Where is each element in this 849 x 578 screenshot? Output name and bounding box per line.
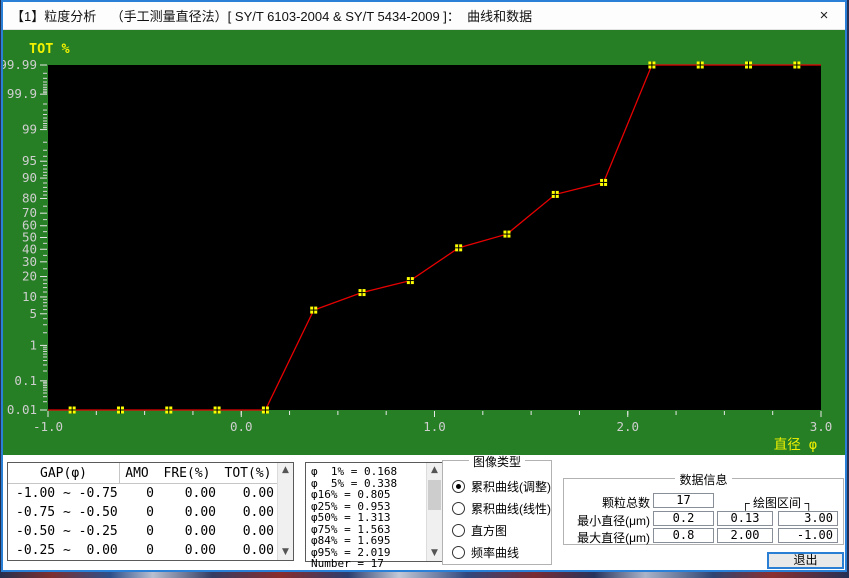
table-cell: -0.75 ~ -0.50	[8, 503, 120, 522]
y-tick-label: 95	[22, 153, 37, 168]
scroll-up-icon[interactable]: ▲	[278, 463, 293, 478]
table-cell: 0	[120, 503, 154, 522]
data-info-group: 数据信息 颗粒总数 17 ┌ 绘图区间 ┐ 最小直径(μm) 0.2 0.13 …	[563, 478, 844, 545]
total-count-field: 17	[653, 493, 714, 508]
table-cell: -1.00 ~ -0.75	[8, 484, 120, 503]
radio-option-label: 频率曲线	[471, 544, 519, 561]
list-item[interactable]: φ50% = 1.313	[311, 512, 442, 524]
y-tick-label: 10	[22, 289, 37, 304]
radio-unselected-icon[interactable]	[452, 524, 465, 537]
percentile-scrollbar[interactable]: ▲ ▼	[426, 463, 442, 561]
plot-type-group-title: 图像类型	[443, 453, 551, 470]
max-diameter-label: 最大直径(μm)	[566, 529, 650, 546]
y-tick-label: 99.99	[3, 57, 37, 72]
percentile-lines: φ 1% = 0.168φ 5% = 0.338φ16% = 0.805φ25%…	[306, 463, 442, 570]
list-item[interactable]: Number = 17	[311, 558, 442, 570]
table-cell: 0.00	[220, 522, 276, 541]
radio-option-3[interactable]: 直方图	[452, 519, 551, 541]
table-row[interactable]: -1.00 ~ -0.7500.000.00	[8, 484, 293, 503]
y-tick-label: 80	[22, 190, 37, 205]
plot-background	[48, 65, 821, 410]
controls-panel: GAP(φ) AMO FRE(%) TOT(%) -1.00 ~ -0.7500…	[3, 455, 845, 570]
list-item[interactable]: φ84% = 1.695	[311, 535, 442, 547]
x-tick-label: -1.0	[33, 419, 63, 434]
y-tick-label: 0.01	[7, 402, 37, 417]
y-tick-label: 0.1	[14, 373, 37, 388]
range-field-1[interactable]: 0.13	[717, 511, 773, 526]
plot-type-options: 累积曲线(调整) 累积曲线(线性) 直方图频率曲线	[443, 475, 551, 563]
close-icon[interactable]: ×	[803, 2, 845, 30]
col-header-tot: TOT(%)	[220, 463, 276, 483]
min-diameter-field[interactable]: 0.2	[653, 511, 714, 526]
window-title: 【1】粒度分析 （手工测量直径法）[ SY/T 6103-2004 & SY/T…	[11, 6, 532, 25]
col-header-amo: AMO	[120, 463, 154, 483]
list-item[interactable]: φ16% = 0.805	[311, 489, 442, 501]
total-count-label: 颗粒总数	[566, 494, 650, 511]
table-row[interactable]: -0.25 ~ 0.0000.000.00	[8, 541, 293, 560]
y-axis-title: TOT %	[29, 41, 71, 57]
y-tick-label: 1	[29, 337, 37, 352]
table-cell: 0.00	[154, 522, 220, 541]
gap-table-header: GAP(φ) AMO FRE(%) TOT(%)	[8, 463, 293, 484]
table-cell: 0.00	[154, 541, 220, 560]
scroll-down-icon[interactable]: ▼	[427, 546, 442, 561]
app-window: 【1】粒度分析 （手工测量直径法）[ SY/T 6103-2004 & SY/T…	[1, 0, 847, 572]
desktop-background: 【1】粒度分析 （手工测量直径法）[ SY/T 6103-2004 & SY/T…	[0, 0, 849, 578]
y-tick-label: 20	[22, 269, 37, 284]
window-titlebar: 【1】粒度分析 （手工测量直径法）[ SY/T 6103-2004 & SY/T…	[3, 2, 845, 30]
col-header-gap: GAP(φ)	[8, 463, 120, 483]
x-tick-label: 0.0	[230, 419, 253, 434]
table-row[interactable]: -0.75 ~ -0.5000.000.00	[8, 503, 293, 522]
radio-option-2[interactable]: 累积曲线(线性)	[452, 497, 551, 519]
range-field-2[interactable]: 3.00	[778, 511, 838, 526]
gap-table[interactable]: GAP(φ) AMO FRE(%) TOT(%) -1.00 ~ -0.7500…	[7, 462, 294, 561]
y-tick-label: 99.9	[7, 86, 37, 101]
max-diameter-field[interactable]: 0.8	[653, 528, 714, 543]
gap-table-scrollbar[interactable]: ▲ ▼	[277, 463, 293, 560]
table-cell: -0.25 ~ 0.00	[8, 541, 120, 560]
radio-unselected-icon[interactable]	[452, 502, 465, 515]
y-tick-label: 90	[22, 170, 37, 185]
y-tick-label: 30	[22, 254, 37, 269]
min-diameter-label: 最小直径(μm)	[566, 512, 650, 529]
table-cell: 0.00	[220, 484, 276, 503]
col-header-fre: FRE(%)	[154, 463, 220, 483]
y-tick-label: 5	[29, 306, 37, 321]
plot-range-label: ┌ 绘图区间 ┐	[716, 494, 838, 511]
radio-option-4[interactable]: 频率曲线	[452, 541, 551, 563]
table-cell: 0	[120, 522, 154, 541]
table-cell: -0.50 ~ -0.25	[8, 522, 120, 541]
radio-option-1[interactable]: 累积曲线(调整)	[452, 475, 551, 497]
scroll-down-icon[interactable]: ▼	[278, 545, 293, 560]
plot-type-group: 图像类型 累积曲线(调整)累积曲线(线性)直方图频率曲线	[442, 460, 552, 565]
radio-selected-icon[interactable]	[452, 480, 465, 493]
gap-table-body: -1.00 ~ -0.7500.000.00-0.75 ~ -0.5000.00…	[8, 484, 293, 560]
scroll-up-icon[interactable]: ▲	[427, 463, 442, 478]
y-tick-label: 99	[22, 122, 37, 137]
percentile-listbox[interactable]: φ 1% = 0.168φ 5% = 0.338φ16% = 0.805φ25%…	[305, 462, 443, 562]
table-cell: 0.00	[154, 484, 220, 503]
x-axis-title: 直径 φ	[774, 437, 817, 453]
chart-area: 99.9999.99995908070605040302010510.10.01…	[3, 30, 845, 455]
table-cell: 0.00	[154, 503, 220, 522]
table-cell: 0.00	[220, 503, 276, 522]
range-field-4[interactable]: -1.00	[778, 528, 838, 543]
x-tick-label: 3.0	[810, 419, 833, 434]
radio-option-label: 直方图	[471, 522, 507, 539]
radio-option-label: 累积曲线(调整)	[471, 478, 551, 495]
scrollbar-thumb[interactable]	[428, 480, 441, 510]
range-field-3[interactable]: 2.00	[717, 528, 773, 543]
x-tick-label: 1.0	[423, 419, 446, 434]
cumulative-curve-chart: 99.9999.99995908070605040302010510.10.01…	[3, 30, 845, 455]
list-item[interactable]: φ 1% = 0.168	[311, 466, 442, 478]
radio-option-label: 累积曲线(线性)	[471, 500, 551, 517]
exit-button[interactable]: 退出	[767, 552, 844, 569]
table-row[interactable]: -0.50 ~ -0.2500.000.00	[8, 522, 293, 541]
table-cell: 0	[120, 541, 154, 560]
table-cell: 0	[120, 484, 154, 503]
x-tick-label: 2.0	[616, 419, 639, 434]
table-cell: 0.00	[220, 541, 276, 560]
data-info-group-title: 数据信息	[564, 471, 843, 488]
radio-unselected-icon[interactable]	[452, 546, 465, 559]
